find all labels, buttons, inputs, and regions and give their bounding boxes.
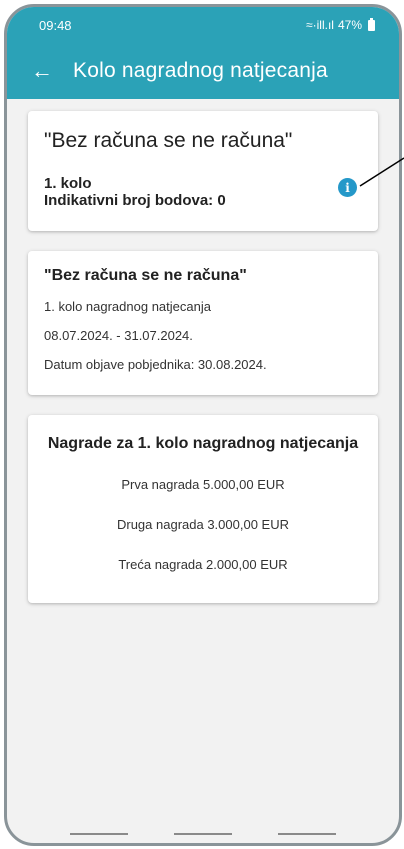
status-bar: 09:48 ≈·ill.ıl 47% xyxy=(7,7,399,43)
battery-level: 47% xyxy=(337,18,362,32)
prize-item: Treća nagrada 2.000,00 EUR xyxy=(118,557,288,572)
back-arrow-icon[interactable]: ← xyxy=(31,60,61,82)
prize-item: Druga nagrada 3.000,00 EUR xyxy=(116,517,289,532)
details-title: "Bez računa se ne računa" xyxy=(44,267,247,284)
page-title: Kolo nagradnog natjecanja xyxy=(73,59,328,82)
details-card: "Bez računa se ne računa" 1. kolo nagrad… xyxy=(28,251,378,395)
phone-frame: 09:48 ≈·ill.ıl 47% ← Kolo nagradnog natj… xyxy=(4,4,402,846)
system-nav-bar xyxy=(7,833,399,835)
nav-recents-button[interactable] xyxy=(70,833,128,835)
app-bar: ← Kolo nagradnog natjecanja xyxy=(7,43,399,99)
winners-date: Datum objave pobjednika: 30.08.2024. xyxy=(44,357,267,372)
info-icon[interactable]: i xyxy=(338,178,357,197)
battery-icon xyxy=(368,17,375,31)
points-label: Indikativni broj bodova: 0 xyxy=(44,192,226,209)
status-indicators: ≈·ill.ıl 47% xyxy=(306,17,375,32)
prizes-title: Nagrade za 1. kolo nagradnog natjecanja xyxy=(47,435,359,452)
details-subtitle: 1. kolo nagradnog natjecanja xyxy=(44,299,211,314)
nav-home-button[interactable] xyxy=(174,833,232,835)
nav-back-button[interactable] xyxy=(278,833,336,835)
prizes-card: Nagrade za 1. kolo nagradnog natjecanja … xyxy=(28,415,378,603)
summary-card: "Bez računa se ne računa" 1. kolo Indika… xyxy=(28,111,378,231)
status-time: 09:48 xyxy=(39,17,72,33)
prize-item: Prva nagrada 5.000,00 EUR xyxy=(121,477,285,492)
summary-title: "Bez računa se ne računa" xyxy=(44,129,293,152)
signal-icon: ≈·ill.ıl xyxy=(306,18,334,32)
main-content: "Bez računa se ne računa" 1. kolo Indika… xyxy=(7,99,399,603)
details-dates: 08.07.2024. - 31.07.2024. xyxy=(44,328,193,343)
round-label: 1. kolo xyxy=(44,175,92,192)
